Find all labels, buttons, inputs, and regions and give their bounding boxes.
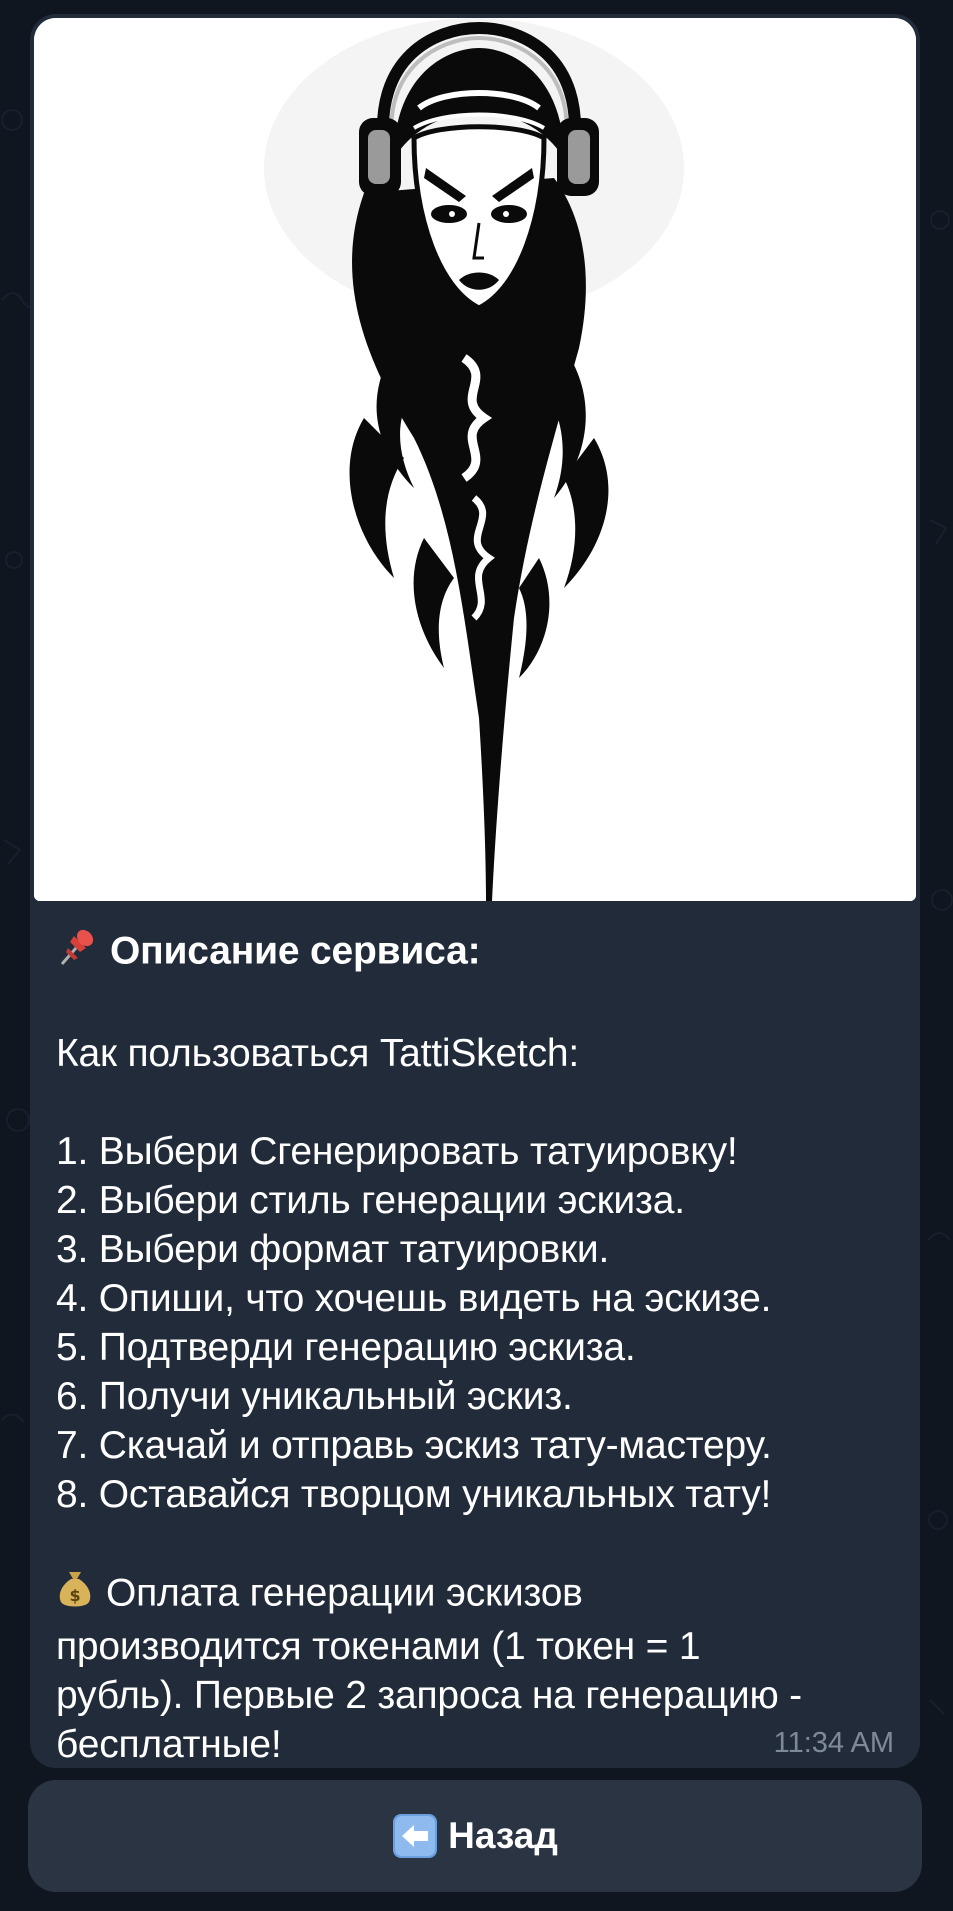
step-item: 5. Подтверди генерацию эскиза. xyxy=(56,1326,636,1369)
message-text: Описание сервиса: Как пользоваться Tatti… xyxy=(56,926,906,1768)
payment-line: производится токенами (1 токен = 1 xyxy=(56,1625,701,1668)
back-button-label: Назад xyxy=(448,1815,558,1856)
step-item: 1. Выбери Сгенерировать татуировку! xyxy=(56,1130,738,1173)
back-button[interactable]: Назад xyxy=(28,1780,922,1892)
svg-text:$: $ xyxy=(70,1586,81,1605)
payment-line: $ Оплата генерации эскизов xyxy=(56,1568,906,1622)
tattoo-sketch-illustration xyxy=(34,18,916,901)
message-timestamp: 11:34 AM xyxy=(773,1727,894,1759)
tattoo-sketch-image[interactable] xyxy=(34,18,916,901)
step-item: 6. Получи уникальный эскиз. xyxy=(56,1375,573,1418)
pushpin-icon xyxy=(56,926,98,980)
step-item: 2. Выбери стиль генерации эскиза. xyxy=(56,1179,685,1222)
step-item: 8. Оставайся творцом уникальных тату! xyxy=(56,1473,772,1516)
step-item: 7. Скачай и отправь эскиз тату-мастеру. xyxy=(56,1424,772,1467)
back-arrow-icon xyxy=(392,1813,438,1859)
how-to-use-line: Как пользоваться TattiSketch: xyxy=(56,1032,580,1075)
payment-line: рубль). Первые 2 запроса на генерацию - xyxy=(56,1674,802,1717)
service-description-heading: Описание сервиса: xyxy=(56,926,906,980)
message-bubble: Описание сервиса: Как пользоваться Tatti… xyxy=(30,14,920,1768)
money-bag-icon: $ xyxy=(56,1568,94,1622)
step-item: 4. Опиши, что хочешь видеть на эскизе. xyxy=(56,1277,772,1320)
step-item: 3. Выбери формат татуировки. xyxy=(56,1228,610,1271)
